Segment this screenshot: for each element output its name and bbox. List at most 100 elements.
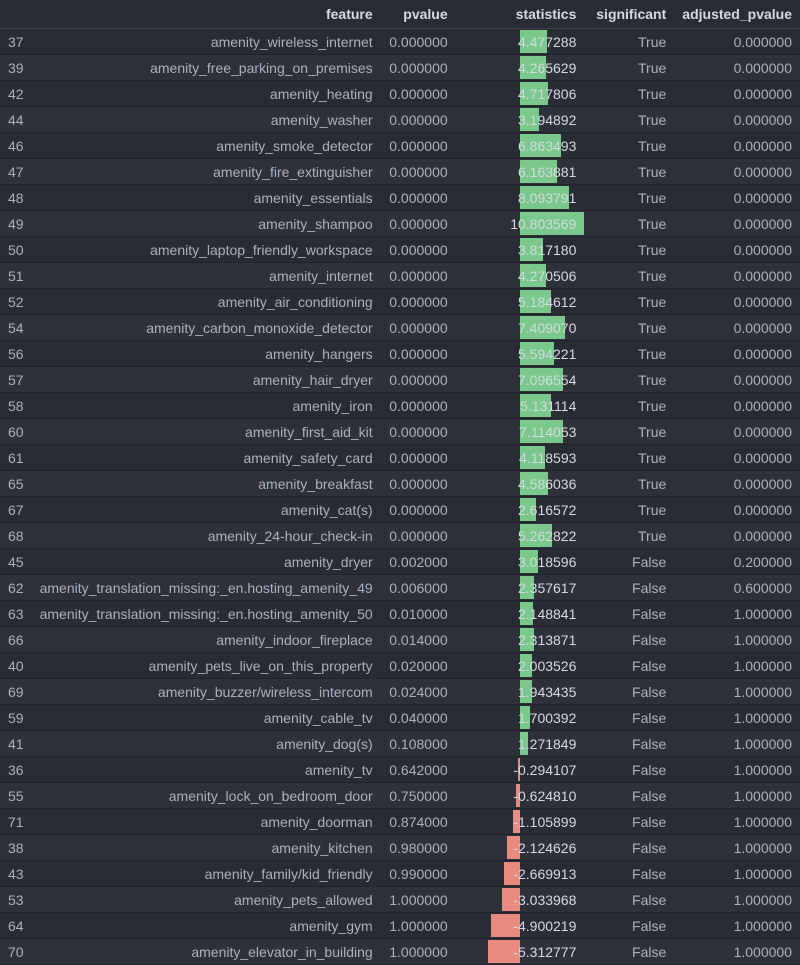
table-row: 62amenity_translation_missing:_en.hostin… xyxy=(0,575,800,601)
cell-index: 60 xyxy=(0,419,32,445)
cell-adjusted-pvalue: 0.000000 xyxy=(674,497,800,523)
cell-index: 42 xyxy=(0,81,32,107)
table-row: 49amenity_shampoo0.00000010.803569True0.… xyxy=(0,211,800,237)
cell-adjusted-pvalue: 1.000000 xyxy=(674,731,800,757)
cell-statistics-value: 3.817180 xyxy=(456,238,585,262)
cell-statistics-value: 7.114053 xyxy=(456,420,585,444)
cell-statistics-value: 4.717806 xyxy=(456,82,585,106)
table-row: 47amenity_fire_extinguisher0.0000006.163… xyxy=(0,159,800,185)
cell-adjusted-pvalue: 1.000000 xyxy=(674,913,800,939)
cell-statistics: -1.105899 xyxy=(456,809,585,835)
cell-pvalue: 0.000000 xyxy=(381,185,456,211)
table-header-row: feature pvalue statistics significant ad… xyxy=(0,0,800,29)
cell-significant: False xyxy=(584,731,674,757)
cell-statistics: -5.312777 xyxy=(456,939,585,965)
cell-pvalue: 0.874000 xyxy=(381,809,456,835)
table-row: 50amenity_laptop_friendly_workspace0.000… xyxy=(0,237,800,263)
cell-significant: False xyxy=(584,705,674,731)
cell-statistics: 5.262822 xyxy=(456,523,585,549)
table-row: 44amenity_washer0.0000003.194892True0.00… xyxy=(0,107,800,133)
cell-statistics: 2.148841 xyxy=(456,601,585,627)
cell-feature: amenity_heating xyxy=(32,81,381,107)
header-feature: feature xyxy=(32,0,381,29)
cell-feature: amenity_hangers xyxy=(32,341,381,367)
table-body: 37amenity_wireless_internet0.0000004.477… xyxy=(0,29,800,965)
cell-adjusted-pvalue: 0.000000 xyxy=(674,159,800,185)
cell-statistics: 4.717806 xyxy=(456,81,585,107)
cell-statistics: 5.131114 xyxy=(456,393,585,419)
cell-pvalue: 0.000000 xyxy=(381,445,456,471)
cell-adjusted-pvalue: 1.000000 xyxy=(674,783,800,809)
cell-statistics-value: 4.270506 xyxy=(456,264,585,288)
cell-index: 47 xyxy=(0,159,32,185)
cell-statistics-value: 5.262822 xyxy=(456,524,585,548)
table-row: 54amenity_carbon_monoxide_detector0.0000… xyxy=(0,315,800,341)
cell-index: 53 xyxy=(0,887,32,913)
table-row: 40amenity_pets_live_on_this_property0.02… xyxy=(0,653,800,679)
cell-feature: amenity_family/kid_friendly xyxy=(32,861,381,887)
cell-pvalue: 0.000000 xyxy=(381,211,456,237)
cell-feature: amenity_fire_extinguisher xyxy=(32,159,381,185)
cell-statistics: 7.409070 xyxy=(456,315,585,341)
cell-feature: amenity_gym xyxy=(32,913,381,939)
cell-pvalue: 0.020000 xyxy=(381,653,456,679)
cell-pvalue: 0.000000 xyxy=(381,29,456,55)
cell-significant: False xyxy=(584,575,674,601)
cell-pvalue: 0.000000 xyxy=(381,419,456,445)
cell-index: 55 xyxy=(0,783,32,809)
cell-statistics: 2.357617 xyxy=(456,575,585,601)
cell-significant: True xyxy=(584,289,674,315)
cell-feature: amenity_smoke_detector xyxy=(32,133,381,159)
cell-significant: True xyxy=(584,471,674,497)
cell-feature: amenity_internet xyxy=(32,263,381,289)
cell-feature: amenity_cable_tv xyxy=(32,705,381,731)
cell-statistics-value: 5.184612 xyxy=(456,290,585,314)
cell-feature: amenity_buzzer/wireless_intercom xyxy=(32,679,381,705)
cell-statistics: -0.624810 xyxy=(456,783,585,809)
cell-significant: True xyxy=(584,445,674,471)
cell-statistics: -4.900219 xyxy=(456,913,585,939)
cell-index: 54 xyxy=(0,315,32,341)
cell-statistics-value: 2.357617 xyxy=(456,576,585,600)
cell-statistics-value: 8.093791 xyxy=(456,186,585,210)
cell-statistics-value: -2.124626 xyxy=(456,836,585,860)
cell-feature: amenity_lock_on_bedroom_door xyxy=(32,783,381,809)
cell-feature: amenity_pets_allowed xyxy=(32,887,381,913)
cell-adjusted-pvalue: 0.000000 xyxy=(674,263,800,289)
cell-index: 39 xyxy=(0,55,32,81)
table-row: 70amenity_elevator_in_building1.000000-5… xyxy=(0,939,800,965)
cell-pvalue: 0.024000 xyxy=(381,679,456,705)
cell-pvalue: 0.000000 xyxy=(381,393,456,419)
cell-significant: False xyxy=(584,783,674,809)
header-adjusted-pvalue: adjusted_pvalue xyxy=(674,0,800,29)
table-row: 48amenity_essentials0.0000008.093791True… xyxy=(0,185,800,211)
cell-adjusted-pvalue: 0.000000 xyxy=(674,211,800,237)
cell-adjusted-pvalue: 1.000000 xyxy=(674,705,800,731)
cell-index: 41 xyxy=(0,731,32,757)
cell-adjusted-pvalue: 0.000000 xyxy=(674,29,800,55)
cell-statistics-value: 7.409070 xyxy=(456,316,585,340)
cell-index: 63 xyxy=(0,601,32,627)
cell-statistics: 1.943435 xyxy=(456,679,585,705)
cell-index: 57 xyxy=(0,367,32,393)
cell-feature: amenity_washer xyxy=(32,107,381,133)
cell-significant: True xyxy=(584,393,674,419)
cell-significant: False xyxy=(584,679,674,705)
table-row: 58amenity_iron0.0000005.131114True0.0000… xyxy=(0,393,800,419)
cell-significant: True xyxy=(584,419,674,445)
cell-adjusted-pvalue: 0.000000 xyxy=(674,471,800,497)
cell-statistics: 2.313871 xyxy=(456,627,585,653)
cell-statistics-value: -3.033968 xyxy=(456,888,585,912)
table-row: 57amenity_hair_dryer0.0000007.096554True… xyxy=(0,367,800,393)
cell-statistics-value: 4.586036 xyxy=(456,472,585,496)
cell-index: 49 xyxy=(0,211,32,237)
cell-statistics-value: 10.803569 xyxy=(456,212,585,236)
cell-statistics: 1.700392 xyxy=(456,705,585,731)
table-row: 43amenity_family/kid_friendly0.990000-2.… xyxy=(0,861,800,887)
cell-significant: False xyxy=(584,887,674,913)
cell-index: 71 xyxy=(0,809,32,835)
cell-feature: amenity_kitchen xyxy=(32,835,381,861)
cell-significant: False xyxy=(584,601,674,627)
cell-significant: True xyxy=(584,263,674,289)
cell-statistics: 8.093791 xyxy=(456,185,585,211)
